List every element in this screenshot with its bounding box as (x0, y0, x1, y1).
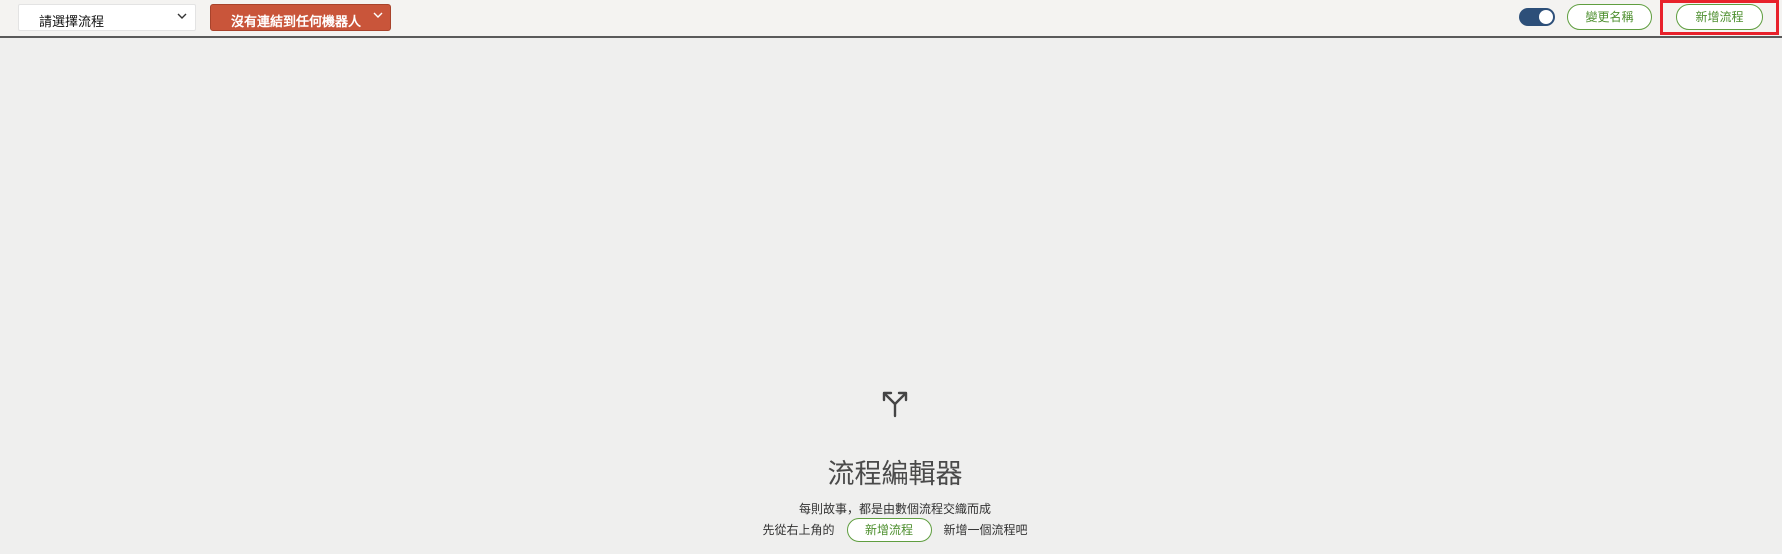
top-toolbar: 請選擇流程 沒有連結到任何機器人 變更名稱 新增流程 (0, 0, 1782, 38)
empty-state-hint: 先從右上角的 新增流程 新增一個流程吧 (0, 517, 1782, 543)
chevron-down-icon (373, 12, 383, 18)
chevron-down-icon (177, 13, 187, 19)
split-arrows-icon (882, 391, 908, 418)
toggle-knob (1539, 10, 1553, 24)
rename-button[interactable]: 變更名稱 (1567, 4, 1652, 30)
flow-select-dropdown[interactable]: 請選擇流程 (18, 4, 196, 31)
empty-state-description: 每則故事，都是由數個流程交織而成 (798, 502, 991, 516)
new-flow-button[interactable]: 新增流程 (1676, 4, 1763, 30)
inline-new-flow-button[interactable]: 新增流程 (846, 518, 932, 542)
hint-suffix: 新增一個流程吧 (943, 523, 1028, 537)
robot-connection-dropdown[interactable]: 沒有連結到任何機器人 (210, 4, 391, 31)
hint-prefix: 先從右上角的 (762, 523, 835, 537)
toggle-switch[interactable] (1519, 8, 1555, 26)
empty-state-title: 流程編輯器 (827, 459, 963, 490)
flow-select-value: 請選擇流程 (39, 15, 105, 30)
robot-connection-label: 沒有連結到任何機器人 (231, 15, 362, 30)
